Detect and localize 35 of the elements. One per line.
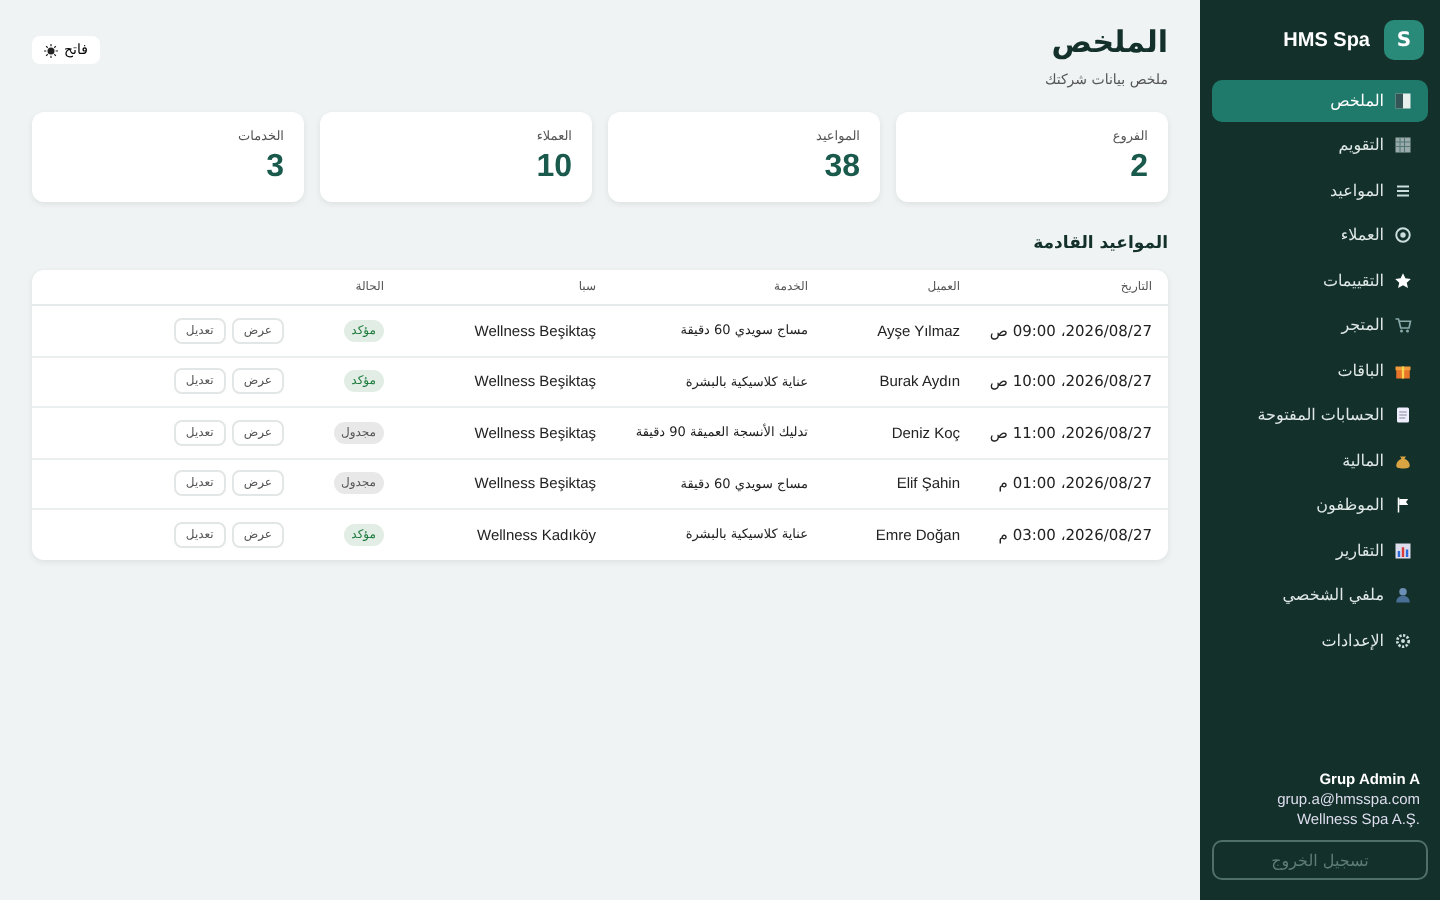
sidebar-item[interactable]: ملفي الشخصي (1212, 575, 1428, 616)
cart-icon (1394, 316, 1412, 335)
money-bag-icon (1394, 451, 1412, 470)
panel-icon (1394, 91, 1412, 110)
document-icon (1394, 406, 1412, 425)
star-icon (1394, 271, 1412, 290)
grid-icon (1394, 136, 1412, 155)
stat-value: 10 (534, 150, 572, 186)
gear-icon (1394, 631, 1412, 650)
sidebar-item[interactable]: التقييمات (1212, 260, 1428, 301)
bar-chart-icon (1394, 541, 1412, 560)
section-title: المواعيد القادمة (1031, 234, 1168, 254)
person-icon (1394, 586, 1412, 605)
list-icon (1394, 181, 1412, 200)
sidebar-item[interactable]: التقويم (1212, 125, 1428, 166)
circle-icon (1394, 226, 1412, 245)
sidebar-item[interactable]: المالية (1212, 440, 1428, 481)
stat-value: 38 (822, 150, 860, 186)
sidebar-item[interactable]: العملاء (1212, 215, 1428, 256)
sidebar-item[interactable]: المتجر (1212, 305, 1428, 346)
logo: S (1384, 20, 1424, 60)
sidebar-item[interactable]: الباقات (1212, 350, 1428, 391)
flag-icon (1394, 496, 1412, 515)
stat-value: 2 (1128, 150, 1148, 186)
sidebar-item[interactable]: الملخص (1212, 80, 1428, 121)
sun-icon (44, 43, 58, 57)
sidebar-item[interactable]: الموظفون (1212, 485, 1428, 526)
stat-value: 3 (264, 150, 284, 186)
sidebar-item[interactable]: التقارير (1212, 530, 1428, 571)
page-title: الملخص (1049, 24, 1168, 60)
sidebar-item[interactable]: الإعدادات (1212, 620, 1428, 661)
sidebar-item[interactable]: الحسابات المفتوحة (1212, 395, 1428, 436)
sidebar-item[interactable]: المواعيد (1212, 170, 1428, 211)
gift-icon (1394, 361, 1412, 380)
brand-name: HMS Spa (1283, 29, 1370, 51)
